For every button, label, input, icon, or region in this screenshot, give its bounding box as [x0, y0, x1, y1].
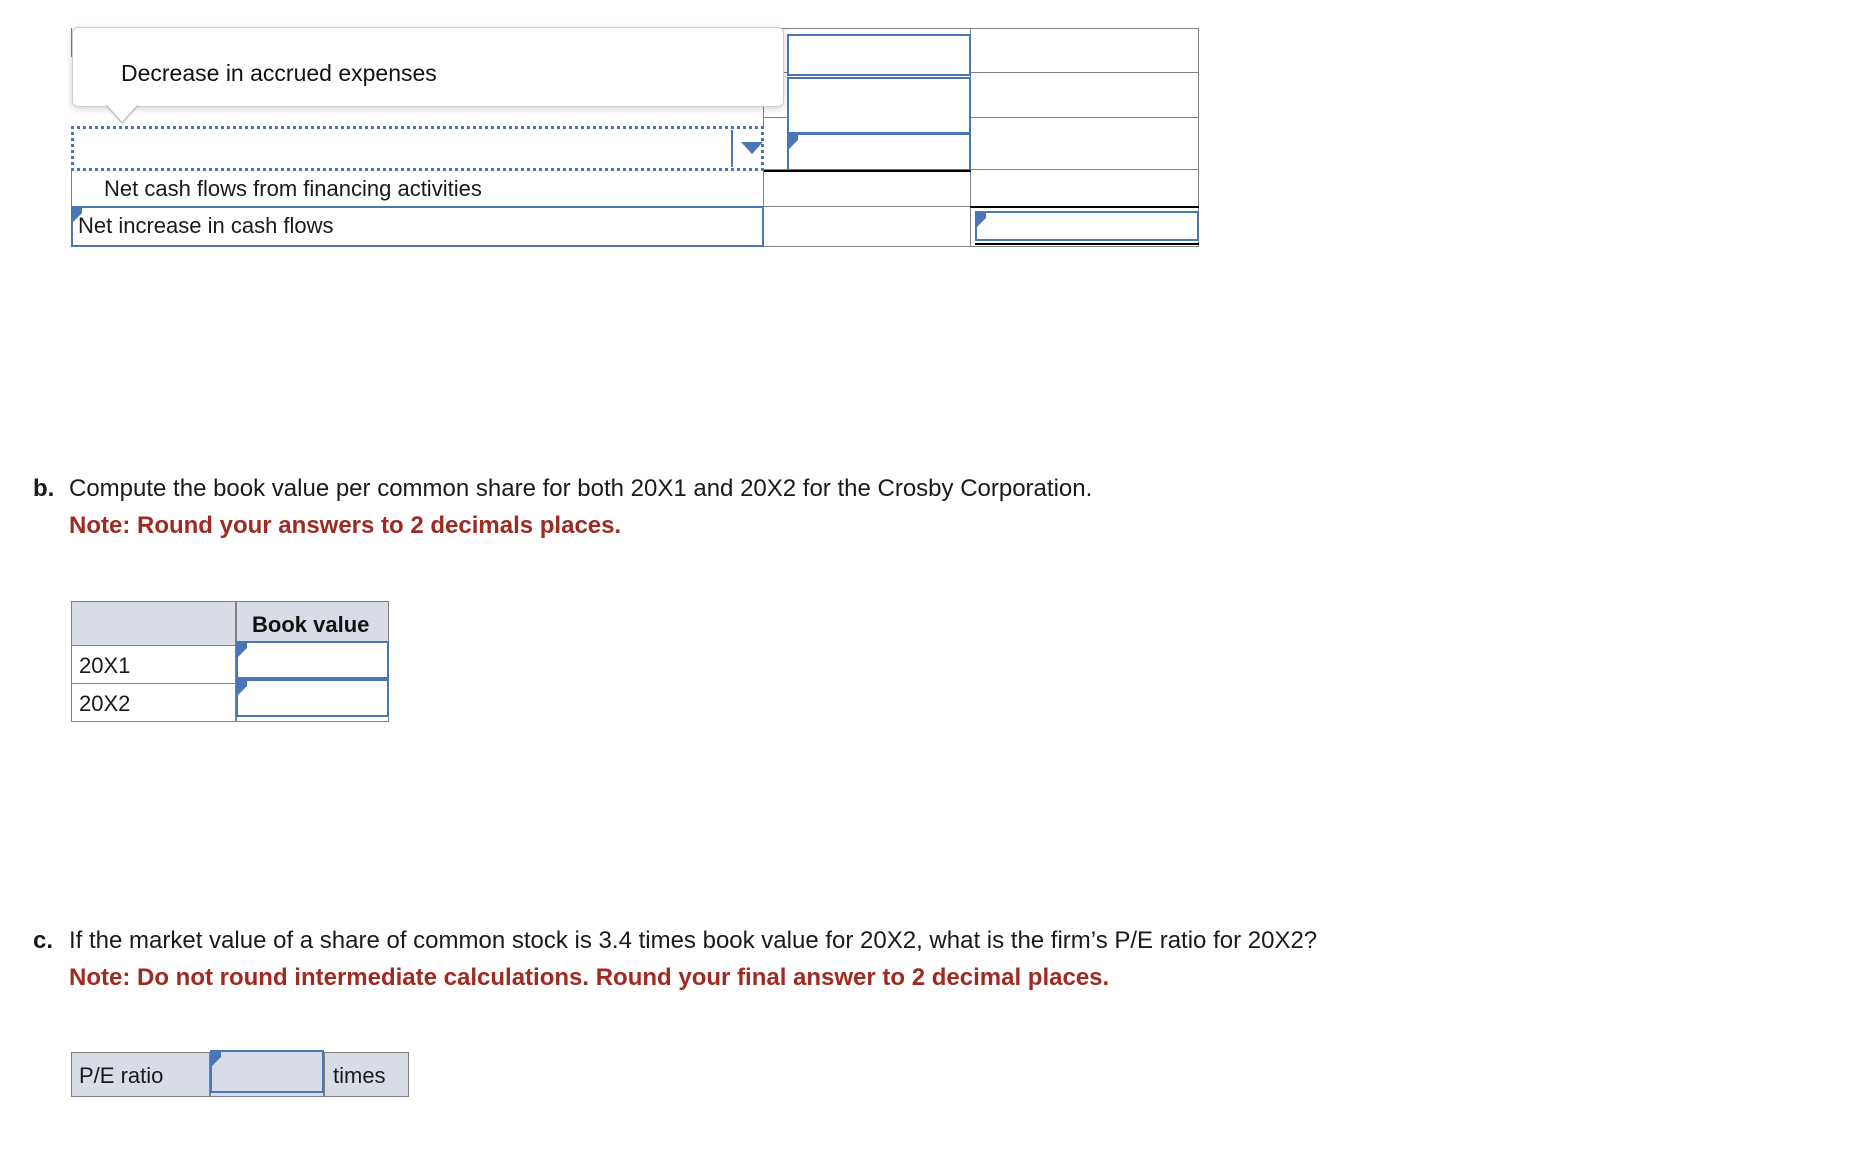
cell-col3-row1 [970, 28, 1199, 73]
tooltip-text: Decrease in accrued expenses [121, 60, 437, 86]
cell-col2-row4 [763, 169, 971, 207]
cashflow-account-select[interactable] [71, 126, 764, 171]
book-value-row-label-20x1: 20X1 [79, 653, 131, 678]
account-tooltip: Decrease in accrued expenses [72, 27, 784, 107]
cashflow-input-col3-net-increase[interactable] [975, 211, 1199, 241]
select-divider [731, 130, 733, 167]
book-value-input-20x2[interactable] [236, 679, 389, 717]
book-value-input-20x1[interactable] [236, 641, 389, 679]
chevron-down-icon[interactable] [741, 142, 763, 154]
cell-col3-row2 [970, 72, 1199, 118]
row-label-financing-activities: Net cash flows from financing activities [104, 176, 482, 201]
cashflow-input-col2-r1[interactable] [787, 34, 971, 76]
pe-ratio-unit: times [333, 1063, 386, 1088]
part-c-letter: c. [33, 927, 54, 954]
part-b-note: Note: Round your answers to 2 decimals p… [69, 512, 622, 539]
subtotal-rule-col2 [763, 170, 971, 172]
cashflow-input-col2-r2[interactable] [787, 77, 971, 134]
part-c-note: Note: Do not round intermediate calculat… [69, 964, 1110, 991]
cell-col3-row4 [970, 169, 1199, 207]
cashflow-input-col2-r3[interactable] [787, 133, 971, 171]
cell-col2-row5 [763, 206, 971, 247]
part-b-letter: b. [33, 475, 55, 502]
row-label-net-increase: Net increase in cash flows [78, 213, 334, 238]
tooltip-tail [106, 104, 138, 122]
pe-ratio-input[interactable] [210, 1050, 324, 1093]
book-value-header-label: Book value [252, 612, 370, 637]
worksheet-page: Net cash flows from financing activities… [0, 0, 1862, 1169]
pe-ratio-label: P/E ratio [79, 1063, 164, 1088]
part-b-question: Compute the book value per common share … [69, 475, 1093, 502]
book-value-corner-header [71, 601, 236, 646]
cell-col3-row3 [970, 117, 1199, 170]
part-c-question: If the market value of a share of common… [69, 927, 1318, 954]
net-increase-top-rule [970, 206, 1199, 208]
net-increase-bottom-rule [975, 243, 1199, 245]
book-value-row-label-20x2: 20X2 [79, 691, 131, 716]
